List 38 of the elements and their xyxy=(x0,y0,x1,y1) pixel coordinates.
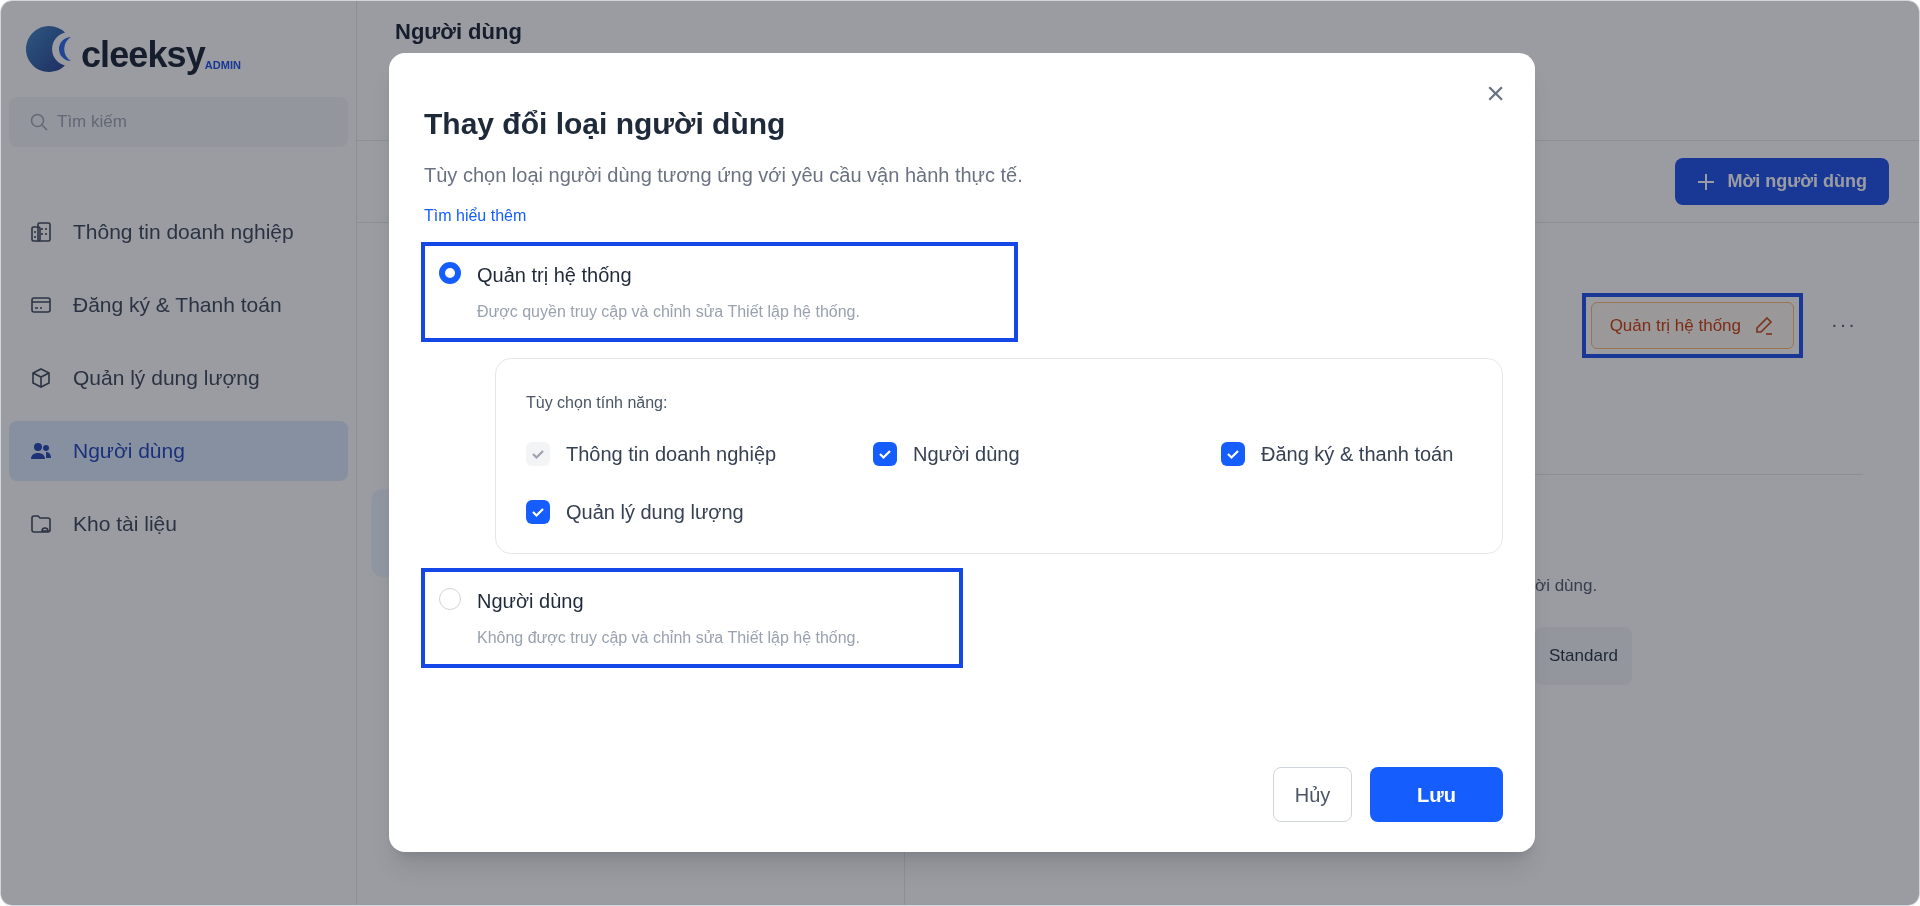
option-label: Người dùng xyxy=(477,589,585,614)
role-badge[interactable]: Quản trị hệ thống xyxy=(1590,302,1794,349)
save-button[interactable]: Lưu xyxy=(1370,767,1503,822)
description-text: ời dùng. xyxy=(1535,575,1598,597)
building-icon xyxy=(29,220,53,244)
cube-icon xyxy=(29,366,53,390)
option-description: Không được truy cập và chỉnh sửa Thiết lập hệ thống. xyxy=(477,628,860,648)
page-title: Người dùng xyxy=(395,18,523,46)
more-button[interactable]: ··· xyxy=(1831,309,1857,339)
logo-icon xyxy=(25,25,73,73)
nav-item[interactable]: Quản lý dung lượng xyxy=(9,348,348,408)
pencil-icon xyxy=(1753,314,1775,337)
dialog-title: Thay đổi loại người dùng xyxy=(423,106,787,142)
option-label: Quản trị hệ thống xyxy=(477,263,633,288)
checkbox-label: Đăng ký & thanh toán xyxy=(1261,442,1454,467)
checkbox[interactable] xyxy=(526,500,550,524)
cancel-button[interactable]: Hủy xyxy=(1273,767,1352,822)
logo-text: cleeksy xyxy=(81,37,205,73)
dialog-description: Tùy chọn loại người dùng tương ứng với yêu cầu vận hành thực tế. xyxy=(423,163,1024,188)
nav-item[interactable]: Kho tài liệu xyxy=(9,494,348,554)
nav-item[interactable]: Người dùng xyxy=(9,421,348,481)
invite-button[interactable]: Mời người dùng xyxy=(1675,158,1889,205)
checkbox[interactable] xyxy=(873,442,897,466)
feature-title: Tùy chọn tính năng: xyxy=(526,393,669,413)
plus-icon xyxy=(1697,172,1716,191)
option-description: Được quyền truy cập và chỉnh sửa Thiết lập hệ thống. xyxy=(477,302,860,322)
plan-chip: Standard xyxy=(1535,626,1632,685)
checkbox-label: Người dùng xyxy=(913,442,1020,467)
checkbox-label: Thông tin doanh nghiệp xyxy=(566,442,777,467)
nav-item[interactable]: Đăng ký & Thanh toán xyxy=(9,275,348,335)
radio-button[interactable] xyxy=(439,262,461,284)
close-button[interactable]: × xyxy=(1486,77,1505,109)
learn-more-link[interactable]: Tìm hiểu thêm xyxy=(421,204,530,228)
folder-icon xyxy=(29,512,53,536)
checkbox-label: Quản lý dung lượng xyxy=(566,500,744,525)
logo-subtitle: ADMIN xyxy=(204,58,241,71)
checkbox[interactable] xyxy=(1221,442,1245,466)
nav-item[interactable]: Thông tin doanh nghiệp xyxy=(9,202,348,262)
